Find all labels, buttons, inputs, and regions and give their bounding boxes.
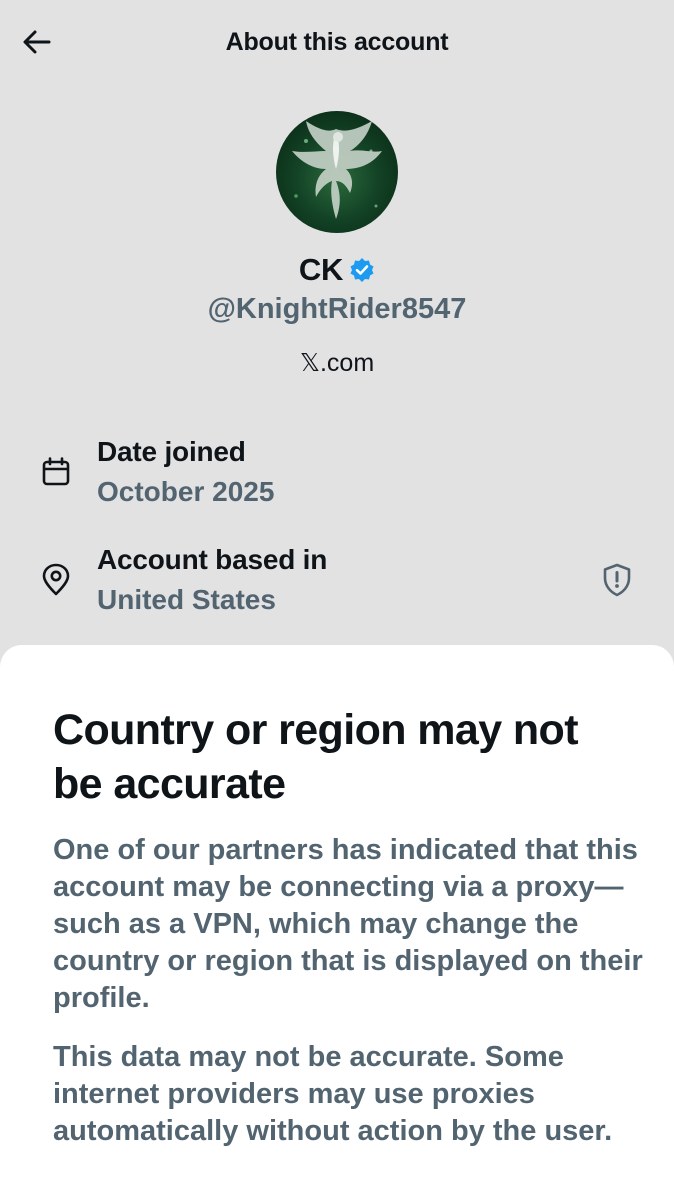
profile-handle: @KnightRider8547 [207,293,467,325]
sheet-paragraph: This data may not be accurate. Some inte… [53,1041,613,1147]
date-joined-value: October 2025 [97,476,275,507]
sheet-title: Country or region may not be accurate [53,706,579,808]
account-based-label: Account based in [97,544,328,575]
location-pin-icon [38,562,74,598]
account-location-row: Account based in United States [0,540,674,620]
verified-badge-icon [350,258,374,282]
page-title: About this account [225,28,449,56]
calendar-icon [38,454,74,490]
date-joined-row: Date joined October 2025 [0,432,674,512]
sheet-paragraph: One of our partners has indicated that t… [53,834,643,1014]
date-joined-label: Date joined [97,436,246,467]
shield-warning-icon [603,563,631,597]
avatar[interactable] [276,111,398,233]
location-warning-button[interactable] [596,559,638,601]
account-based-value: United States [97,584,276,615]
account-site: 𝕏.com [299,349,375,377]
display-name: CK [298,252,344,287]
info-bottom-sheet: Country or region may not be accurate On… [0,645,674,1200]
top-bar: About this account [0,0,674,86]
profile-name-row: CK [0,252,674,288]
phoenix-avatar [292,121,382,219]
